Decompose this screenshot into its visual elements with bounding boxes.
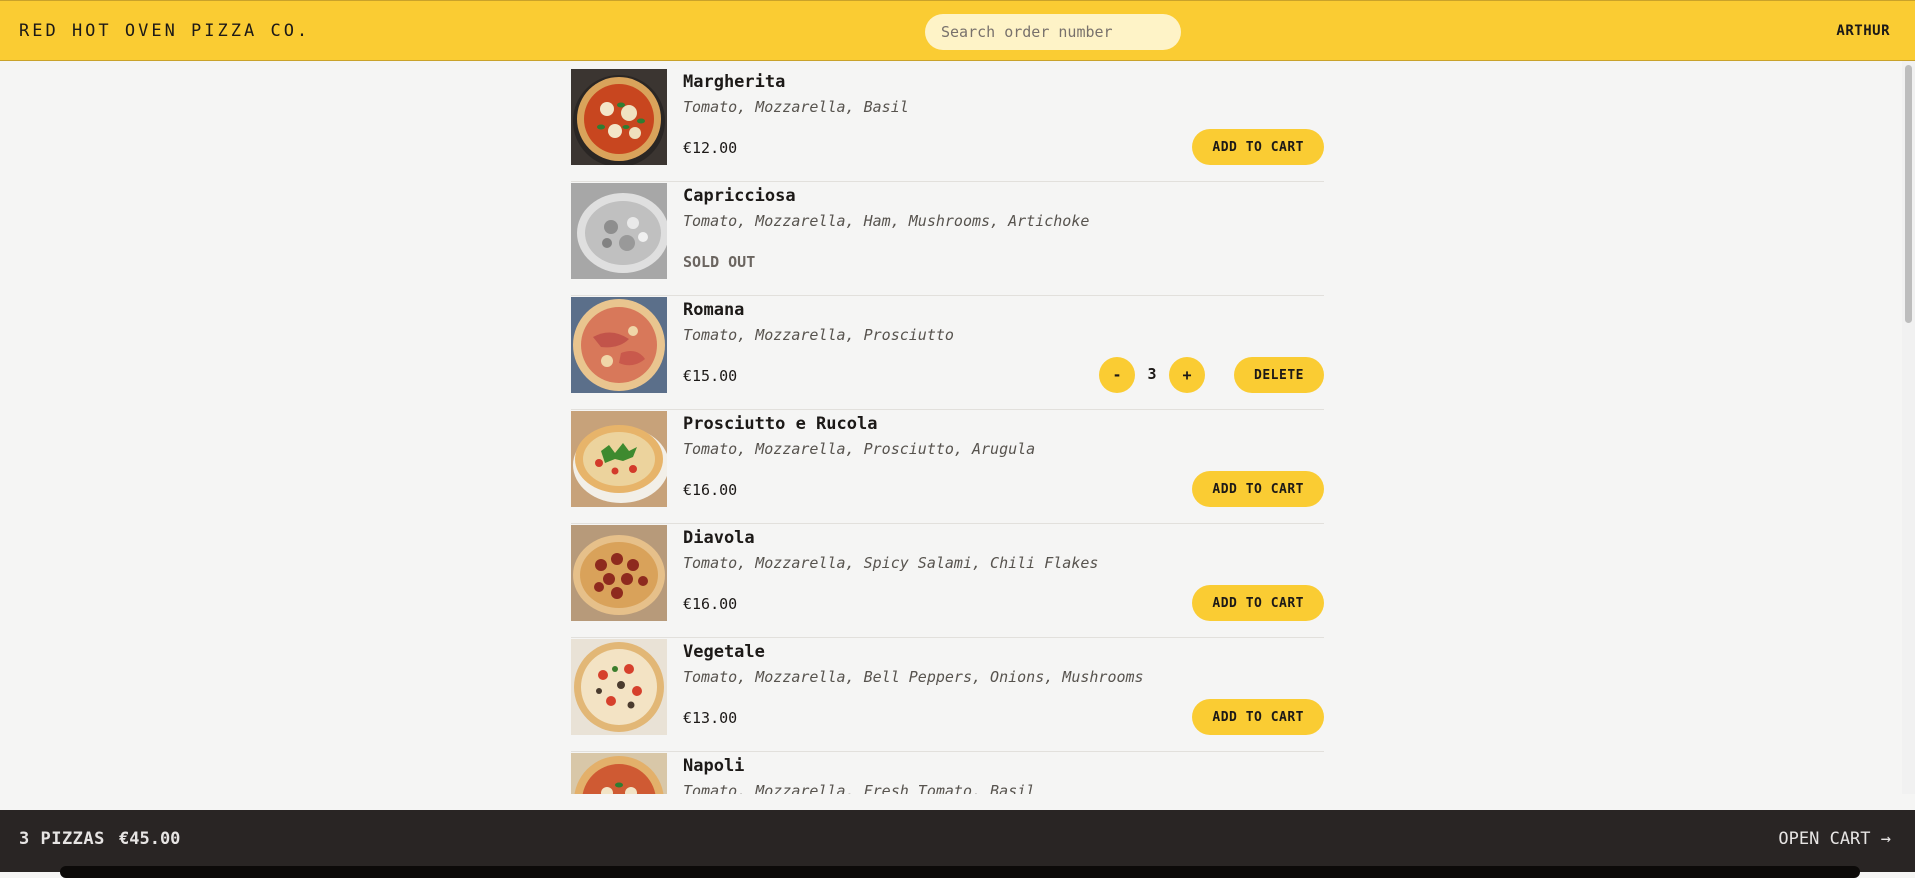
menu-item: Romana Tomato, Mozzarella, Prosciutto €1… (571, 297, 1324, 410)
cart-total-price: €45.00 (119, 829, 181, 849)
pizza-name: Capricciosa (683, 186, 796, 206)
menu-item: Diavola Tomato, Mozzarella, Spicy Salami… (571, 525, 1324, 638)
pizza-image (571, 69, 667, 165)
brand-logo[interactable]: RED HOT OVEN PIZZA CO. (19, 21, 310, 41)
menu-item: Napoli Tomato, Mozzarella, Fresh Tomato,… (571, 753, 1324, 794)
add-to-cart-button[interactable]: ADD TO CART (1192, 129, 1324, 165)
pizza-image (571, 525, 667, 621)
add-to-cart-button[interactable]: ADD TO CART (1192, 585, 1324, 621)
pizza-ingredients: Tomato, Mozzarella, Prosciutto, Arugula (683, 440, 1036, 458)
menu-scrollbar[interactable] (1902, 61, 1915, 794)
bottom-edge (60, 866, 1860, 878)
pizza-price: €12.00 (683, 139, 738, 157)
pizza-image (571, 297, 667, 393)
pizza-price: €13.00 (683, 709, 738, 727)
pizza-price: €16.00 (683, 595, 738, 613)
username: ARTHUR (1836, 23, 1890, 39)
scrollbar-thumb[interactable] (1905, 65, 1912, 323)
menu-list-container: Margherita Tomato, Mozzarella, Basil €12… (0, 61, 1915, 794)
pizza-image (571, 639, 667, 735)
pizza-name: Prosciutto e Rucola (683, 414, 878, 434)
pizza-ingredients: Tomato, Mozzarella, Fresh Tomato, Basil (683, 782, 1036, 794)
decrease-quantity-button[interactable]: - (1099, 357, 1135, 393)
add-to-cart-button[interactable]: ADD TO CART (1192, 699, 1324, 735)
pizza-name: Vegetale (683, 642, 765, 662)
pizza-name: Margherita (683, 72, 786, 92)
menu-item: Vegetale Tomato, Mozzarella, Bell Pepper… (571, 639, 1324, 752)
increase-quantity-button[interactable]: + (1169, 357, 1205, 393)
pizza-ingredients: Tomato, Mozzarella, Ham, Mushrooms, Arti… (683, 212, 1090, 230)
pizza-ingredients: Tomato, Mozzarella, Prosciutto (683, 326, 954, 344)
pizza-name: Romana (683, 300, 745, 320)
menu-item: Capricciosa Tomato, Mozzarella, Ham, Mus… (571, 183, 1324, 296)
pizza-ingredients: Tomato, Mozzarella, Basil (683, 98, 909, 116)
quantity-stepper: - 3 + (1099, 357, 1205, 393)
pizza-name: Diavola (683, 528, 755, 548)
open-cart-link[interactable]: OPEN CART → (1778, 829, 1891, 849)
pizza-ingredients: Tomato, Mozzarella, Bell Peppers, Onions… (683, 668, 1144, 686)
delete-item-button[interactable]: DELETE (1234, 357, 1324, 393)
pizza-price: €16.00 (683, 481, 738, 499)
pizza-name: Napoli (683, 756, 745, 776)
item-quantity: 3 (1147, 365, 1157, 383)
pizza-price: €15.00 (683, 367, 738, 385)
app-header: RED HOT OVEN PIZZA CO. ARTHUR (0, 0, 1915, 61)
menu-item: Margherita Tomato, Mozzarella, Basil €12… (571, 69, 1324, 182)
sold-out-label: SOLD OUT (683, 253, 756, 271)
menu-item: Prosciutto e Rucola Tomato, Mozzarella, … (571, 411, 1324, 524)
add-to-cart-button[interactable]: ADD TO CART (1192, 471, 1324, 507)
order-search-input[interactable] (925, 14, 1181, 50)
cart-overview: 3 PIZZAS €45.00 OPEN CART → (0, 810, 1915, 872)
cart-pizza-count: 3 PIZZAS (19, 829, 105, 849)
pizza-ingredients: Tomato, Mozzarella, Spicy Salami, Chili … (683, 554, 1099, 572)
pizza-image (571, 753, 667, 794)
pizza-image (571, 411, 667, 507)
pizza-image (571, 183, 667, 279)
pizza-menu: Margherita Tomato, Mozzarella, Basil €12… (571, 69, 1324, 794)
